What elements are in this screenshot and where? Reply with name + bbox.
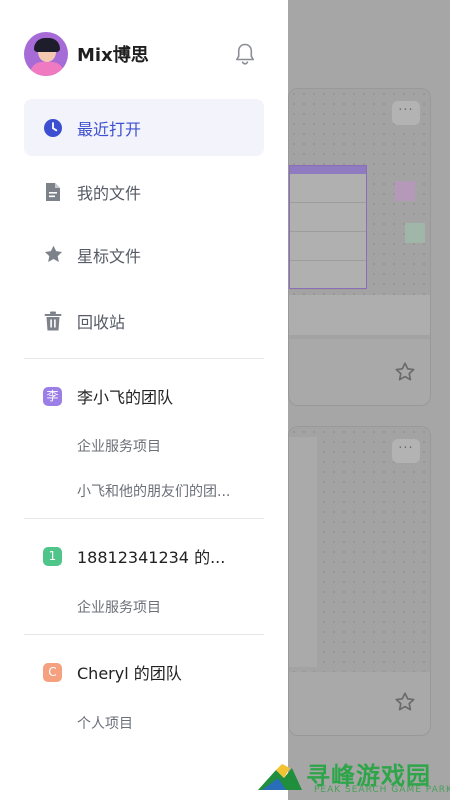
team-name: 李小飞的团队 (77, 388, 174, 407)
project-item[interactable]: 企业服务项目 (77, 597, 161, 617)
mountain-logo-icon (258, 764, 302, 790)
sticky-note (395, 181, 415, 201)
nav-item-my-files[interactable]: 我的文件 (24, 163, 264, 220)
nav-label: 我的文件 (77, 183, 142, 203)
profile-name: Mix博思 (77, 45, 149, 66)
more-options-button[interactable]: ··· (392, 439, 420, 463)
team-badge: 李 (43, 386, 62, 406)
team-item[interactable]: 1 18812341234 的... (24, 541, 264, 571)
file-icon (42, 181, 64, 203)
star-icon (42, 244, 64, 266)
clock-icon (42, 117, 64, 139)
file-info-strip (289, 295, 430, 335)
star-outline-icon[interactable] (394, 691, 416, 713)
nav-label: 回收站 (77, 312, 126, 332)
divider (24, 518, 264, 519)
team-item[interactable]: 李 李小飞的团队 (24, 381, 264, 411)
avatar[interactable] (24, 32, 68, 76)
project-item[interactable]: 个人项目 (77, 713, 133, 733)
divider (24, 358, 264, 359)
background-content: ··· ··· (288, 0, 450, 800)
star-outline-icon[interactable] (394, 361, 416, 383)
watermark: 寻峰游戏园 PEAK SEARCH GAME PARK (256, 756, 450, 798)
trash-icon (42, 310, 64, 332)
file-card[interactable]: ··· (288, 88, 431, 406)
team-badge: C (43, 662, 62, 682)
navigation-drawer: Mix博思 最近打开 我的文件 星标文件 回收站 李 李小飞的团队 企业服务项目… (0, 0, 288, 800)
nav-label: 星标文件 (77, 246, 142, 266)
project-item[interactable]: 小飞和他的朋友们的团... (77, 481, 230, 501)
nav-label: 最近打开 (77, 119, 142, 139)
sticky-note (405, 223, 425, 243)
nav-item-trash[interactable]: 回收站 (24, 292, 264, 349)
file-card[interactable]: ··· (288, 426, 431, 736)
team-item[interactable]: C Cheryl 的团队 (24, 657, 264, 687)
nav-item-starred[interactable]: 星标文件 (24, 226, 264, 283)
thumbnail-table (289, 165, 367, 290)
watermark-subtitle: PEAK SEARCH GAME PARK (314, 785, 450, 795)
team-badge: 1 (43, 546, 62, 566)
bell-icon[interactable] (234, 42, 256, 66)
divider (24, 634, 264, 635)
team-name: 18812341234 的... (77, 548, 226, 567)
team-name: Cheryl 的团队 (77, 664, 182, 683)
nav-item-recent[interactable]: 最近打开 (24, 99, 264, 156)
project-item[interactable]: 企业服务项目 (77, 436, 161, 456)
more-options-button[interactable]: ··· (392, 101, 420, 125)
profile-header[interactable]: Mix博思 (24, 32, 264, 76)
thumbnail-panel (289, 437, 317, 667)
